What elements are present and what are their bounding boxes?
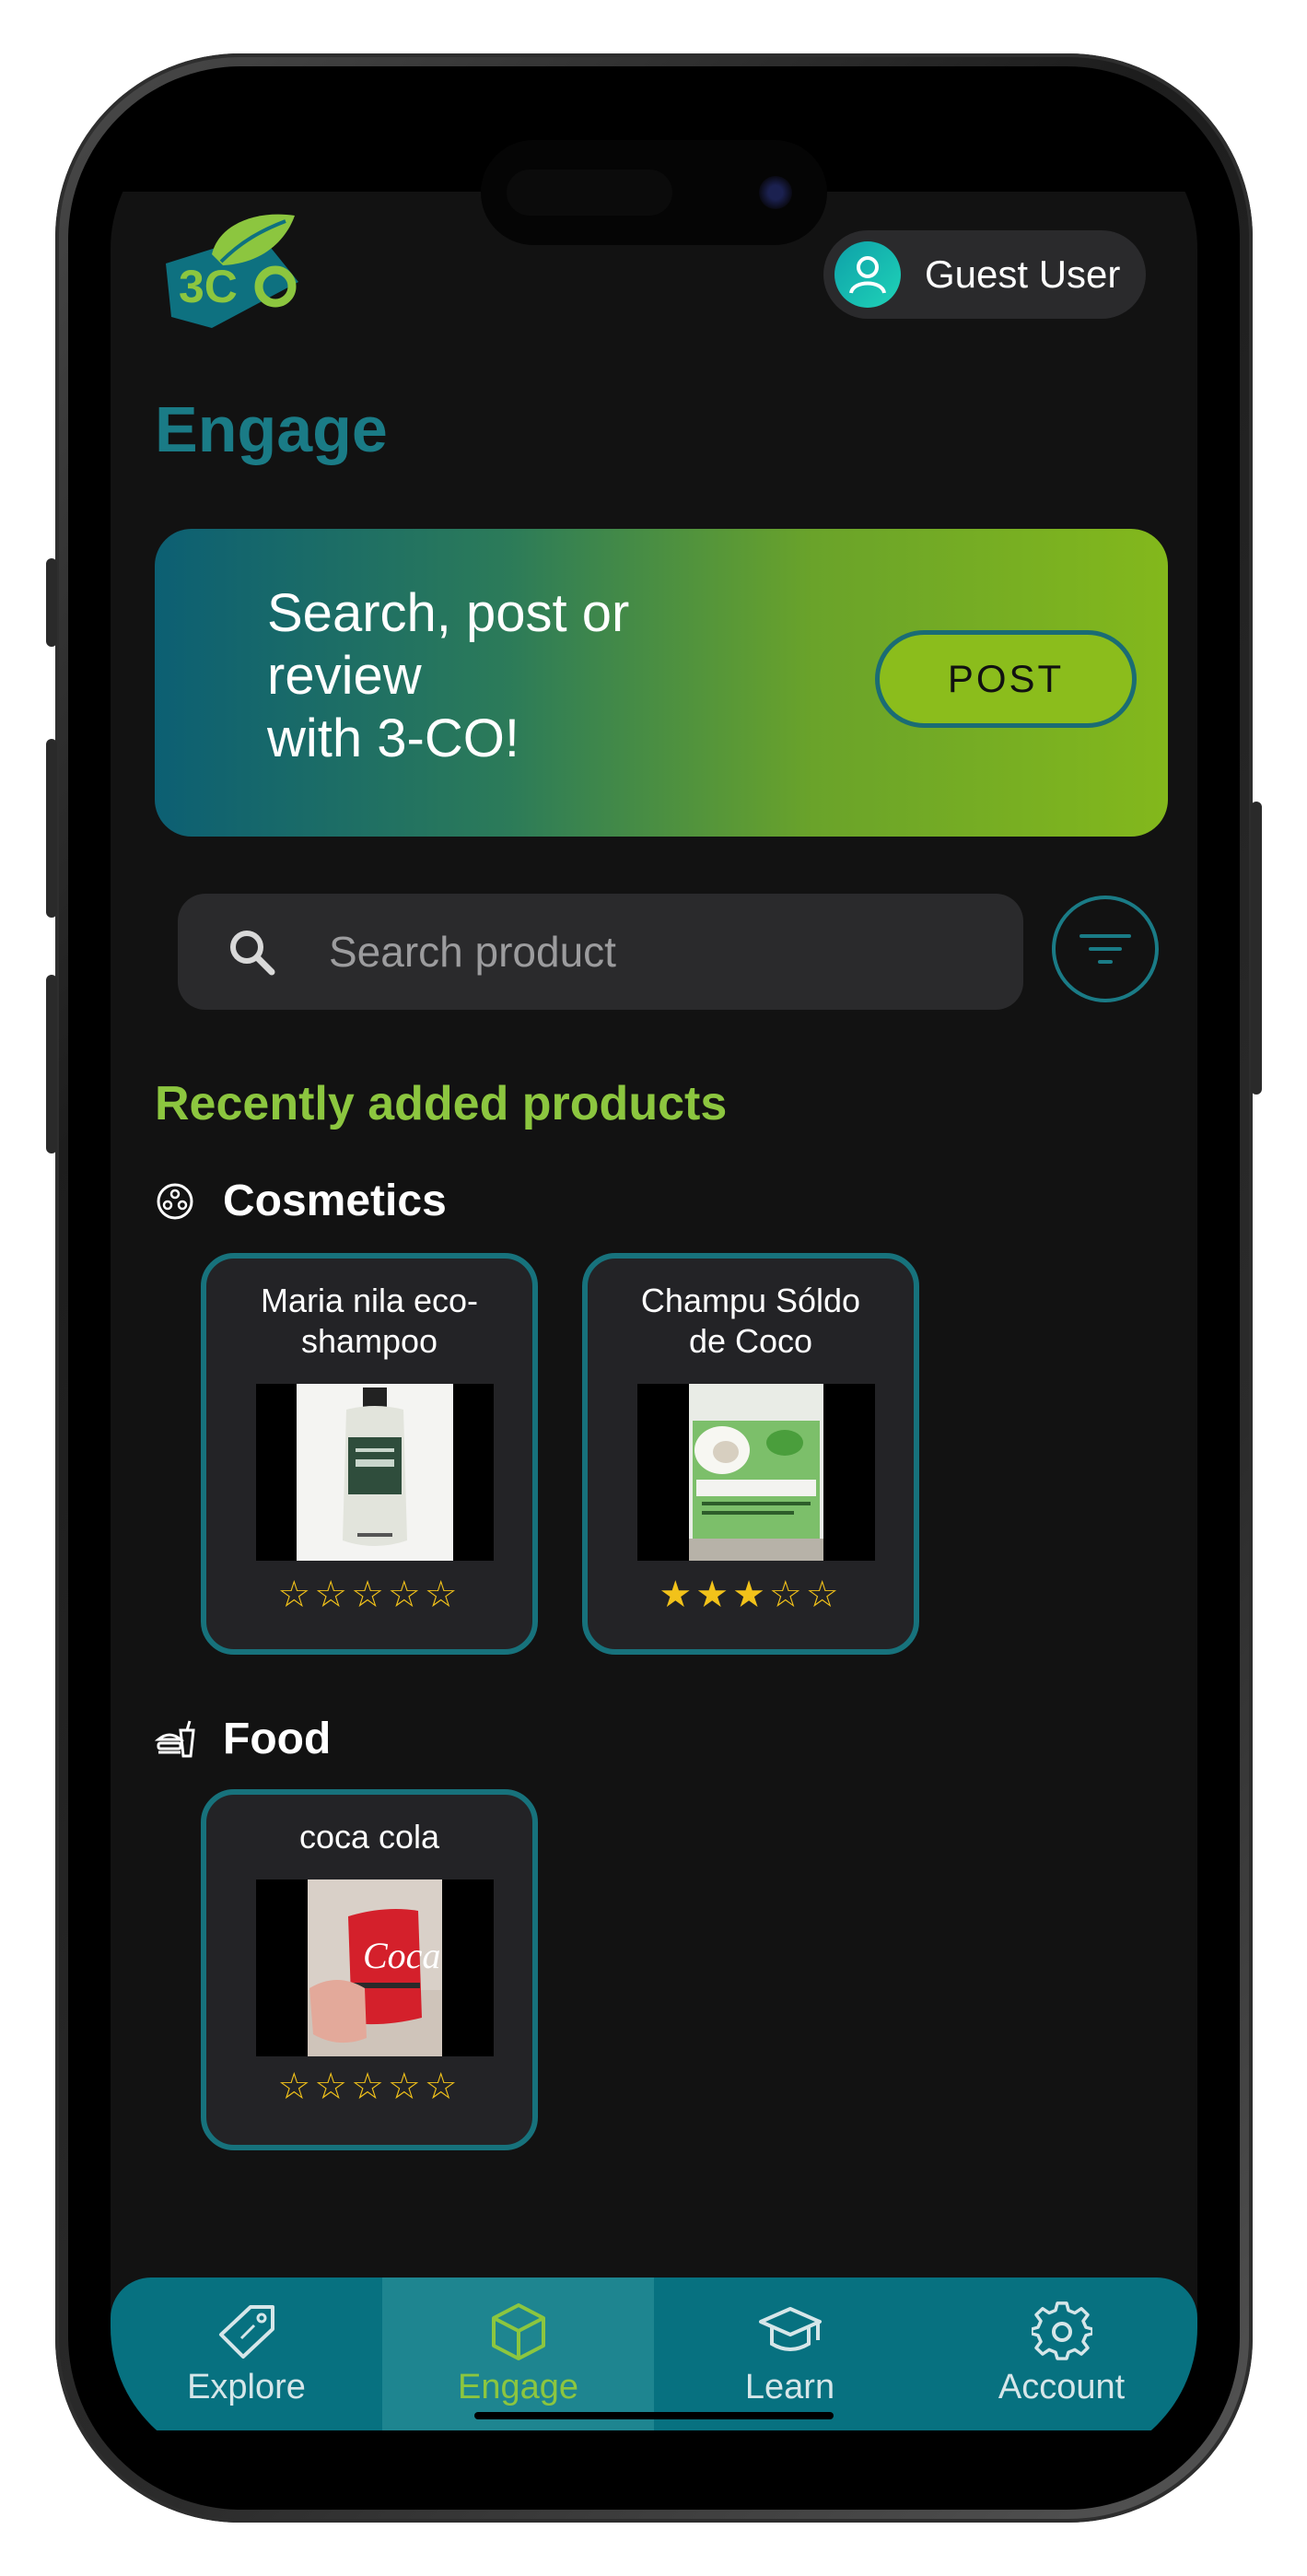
volume-up-button <box>46 739 57 918</box>
volume-down-button <box>46 975 57 1153</box>
island-sensor <box>507 170 672 216</box>
app-logo: 3C <box>158 210 315 348</box>
power-button <box>1251 802 1262 1095</box>
product-image <box>637 1384 875 1561</box>
user-profile-chip[interactable]: Guest User <box>823 230 1146 319</box>
product-rating: ☆☆☆☆☆ <box>277 1575 461 1615</box>
filter-button[interactable] <box>1052 896 1159 1002</box>
category-food[interactable]: Food <box>155 1714 331 1764</box>
gear-icon <box>1031 2301 1092 2360</box>
search-input[interactable]: Search product <box>329 927 616 977</box>
product-card[interactable]: Maria nila eco- shampoo ☆☆☆☆☆ <box>201 1253 538 1655</box>
product-name: Champu Sóldo de Coco <box>640 1282 861 1360</box>
product-name: Maria nila eco- shampoo <box>260 1282 479 1360</box>
tab-label: Learn <box>744 2367 835 2406</box>
category-cosmetics[interactable]: Cosmetics <box>155 1176 447 1226</box>
search-icon <box>230 931 275 976</box>
food-icon <box>155 1720 195 1757</box>
action-button <box>46 558 57 647</box>
tab-explore[interactable]: Explore <box>111 2277 382 2430</box>
product-name: coca cola <box>298 1818 440 1856</box>
camera-icon <box>759 176 792 209</box>
category-label: Food <box>223 1715 332 1763</box>
page-title: Engage <box>155 393 388 465</box>
product-image <box>256 1384 494 1561</box>
post-button[interactable]: POST <box>875 630 1137 728</box>
home-indicator[interactable] <box>474 2412 834 2419</box>
product-image: Coca <box>256 1879 494 2056</box>
section-title: Recently added products <box>155 1077 728 1130</box>
tag-icon <box>218 2304 274 2359</box>
search-bar[interactable]: Search product <box>178 894 1023 1010</box>
product-card[interactable]: coca cola Coca ☆☆☆☆☆ <box>201 1789 538 2150</box>
app-view: 3C Guest User Engage Search, post or rev… <box>111 192 1197 2430</box>
tab-engage[interactable]: Engage <box>382 2277 654 2430</box>
cosmetics-icon <box>157 1183 193 1219</box>
category-label: Cosmetics <box>223 1177 447 1225</box>
product-rating: ☆☆☆☆☆ <box>277 2067 461 2107</box>
engage-banner: Search, post or review with 3-CO! POST <box>155 529 1168 837</box>
cube-icon <box>491 2302 545 2360</box>
tab-label: Account <box>998 2367 1126 2406</box>
tab-learn[interactable]: Learn <box>654 2277 926 2430</box>
bottom-tab-bar: Explore Engage Learn Account <box>111 2277 1197 2430</box>
banner-text: Search, post or review with 3-CO! <box>267 583 630 768</box>
tab-label: Explore <box>187 2367 306 2406</box>
product-rating: ★★★☆☆ <box>659 1575 843 1615</box>
filter-icon <box>1079 934 1131 964</box>
svg-text:Coca: Coca <box>363 1935 440 1976</box>
product-card[interactable]: Champu Sóldo de Coco ★★★☆☆ <box>582 1253 919 1655</box>
tab-label: Engage <box>457 2367 578 2406</box>
graduation-cap-icon <box>758 2306 822 2351</box>
user-name: Guest User <box>925 252 1121 296</box>
screen: 3C Guest User Engage Search, post or rev… <box>111 111 1197 2465</box>
dynamic-island <box>481 140 827 245</box>
tab-account[interactable]: Account <box>926 2277 1197 2430</box>
user-avatar-icon <box>834 241 901 308</box>
svg-text:3C: 3C <box>179 261 238 312</box>
